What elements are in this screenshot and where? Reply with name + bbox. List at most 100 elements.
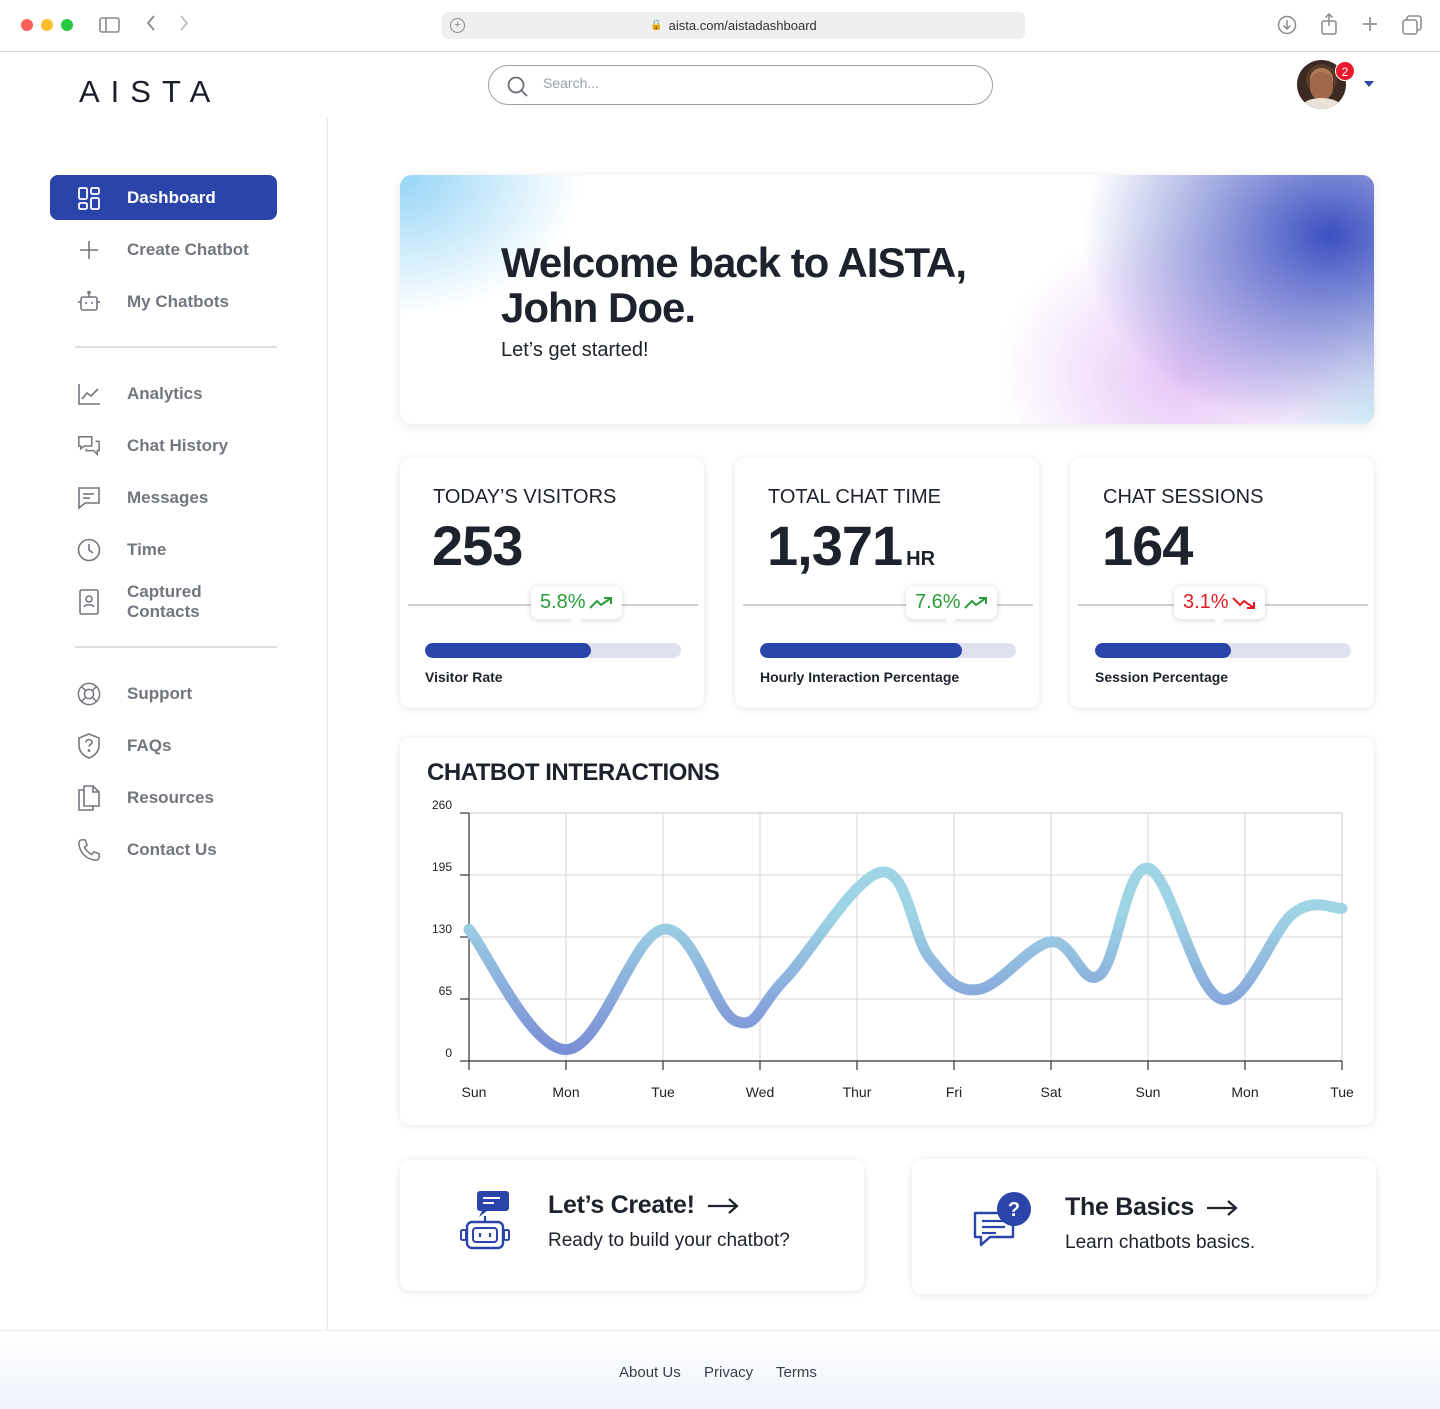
x-tick-label: Fri [946, 1084, 962, 1100]
sidebar-item-label: Contact Us [127, 839, 217, 859]
sidebar-item-analytics[interactable]: Analytics [50, 371, 277, 416]
download-icon[interactable] [1277, 15, 1297, 40]
x-tick-label: Thur [843, 1084, 872, 1100]
x-tick-label: Sat [1040, 1084, 1061, 1100]
stat-card-chat-sessions: CHAT SESSIONS 164 3.1% Session Percentag… [1070, 458, 1374, 708]
sidebar-item-my-chatbots[interactable]: My Chatbots [50, 279, 277, 324]
sidebar-item-create-chatbot[interactable]: Create Chatbot [50, 227, 277, 272]
welcome-banner: Welcome back to AISTA, John Doe. Let’s g… [400, 175, 1374, 424]
add-tab-circle-icon[interactable]: + [450, 18, 465, 33]
stat-value: 1,371 HR [767, 514, 936, 577]
sidebar-toggle-icon[interactable] [99, 16, 120, 38]
stat-value: 253 [432, 514, 523, 577]
welcome-subtitle: Let’s get started! [501, 339, 649, 361]
question-chat-icon: ? [973, 1192, 1031, 1247]
sidebar-item-time[interactable]: Time [50, 527, 277, 572]
sidebar-item-support[interactable]: Support [50, 671, 277, 716]
x-tick-label: Mon [552, 1084, 579, 1100]
clock-icon [77, 538, 101, 562]
documents-icon [77, 784, 101, 811]
footer-link-privacy[interactable]: Privacy [704, 1364, 753, 1381]
cta-subtitle: Ready to build your chatbot? [548, 1230, 790, 1251]
tab-overview-icon[interactable] [1402, 15, 1422, 40]
browser-toolbar: + 🔒 aista.com/aistadashboard [0, 0, 1440, 52]
sidebar-item-label: FAQs [127, 735, 172, 755]
sidebar-item-messages[interactable]: Messages [50, 475, 277, 520]
lock-icon: 🔒 [650, 20, 663, 31]
progress-label: Session Percentage [1095, 669, 1229, 685]
sidebar-item-label: Captured Contacts [127, 582, 202, 621]
chat-bubbles-icon [77, 434, 101, 458]
progress-label: Visitor Rate [425, 669, 503, 685]
cta-title[interactable]: The Basics [1065, 1193, 1238, 1222]
sidebar-item-dashboard[interactable]: Dashboard [50, 175, 277, 220]
minimize-window-button[interactable] [41, 19, 53, 31]
phone-icon [77, 838, 101, 862]
new-tab-icon[interactable] [1361, 15, 1379, 38]
share-icon[interactable] [1320, 12, 1338, 40]
stat-card-chat-time: TOTAL CHAT TIME 1,371 HR 7.6% Hourly Inte… [735, 458, 1039, 708]
maximize-window-button[interactable] [61, 19, 73, 31]
message-icon [77, 486, 101, 510]
progress-bar [1095, 643, 1351, 658]
trend-value: 7.6% [915, 591, 961, 613]
sidebar-item-label: Dashboard [127, 187, 216, 207]
trend-up-icon [963, 596, 987, 609]
robot-icon [77, 290, 101, 314]
sidebar-item-label: My Chatbots [127, 291, 229, 311]
progress-bar [760, 643, 1016, 658]
cta-title[interactable]: Let’s Create! [548, 1191, 739, 1220]
lifebuoy-icon [77, 682, 101, 706]
stat-value: 164 [1102, 514, 1193, 577]
shield-question-icon [77, 732, 101, 759]
sidebar-item-label: Chat History [127, 435, 229, 455]
stat-label: TODAY’S VISITORS [433, 486, 617, 508]
sidebar-item-label: Messages [127, 487, 209, 507]
trend-badge: 5.8% [531, 586, 622, 626]
search-input[interactable] [543, 75, 963, 91]
y-tick-label: 130 [432, 922, 452, 936]
close-window-button[interactable] [21, 19, 33, 31]
y-tick-label: 0 [445, 1046, 452, 1060]
y-tick-label: 260 [432, 798, 452, 812]
sidebar-divider [327, 118, 328, 1358]
stat-card-visitors: TODAY’S VISITORS 253 5.8% Visitor Rate [400, 458, 704, 708]
y-tick-label: 65 [439, 984, 453, 998]
sidebar-item-resources[interactable]: Resources [50, 775, 277, 820]
address-bar[interactable]: + 🔒 aista.com/aistadashboard [442, 12, 1025, 39]
back-icon[interactable] [145, 14, 157, 37]
grid-icon [77, 186, 101, 210]
lets-create-card[interactable]: Let’s Create! Ready to build your chatbo… [400, 1160, 864, 1291]
trend-value: 3.1% [1183, 591, 1229, 613]
sidebar-item-captured-contacts[interactable]: Captured Contacts [50, 578, 277, 626]
footer-link-about[interactable]: About Us [619, 1364, 681, 1381]
notification-badge: 2 [1335, 61, 1355, 81]
sidebar-separator [75, 646, 277, 648]
line-chart-icon [77, 382, 101, 406]
sidebar-item-label: Time [127, 539, 167, 559]
search-bar[interactable] [488, 65, 993, 105]
robot-chat-icon [460, 1191, 510, 1250]
aista-logo[interactable]: AISTA [79, 74, 221, 110]
sidebar-separator [75, 346, 277, 348]
x-tick-label: Wed [746, 1084, 775, 1100]
svg-text:?: ? [1008, 1199, 1020, 1221]
trend-down-icon [1231, 596, 1255, 609]
sidebar-item-chat-history[interactable]: Chat History [50, 423, 277, 468]
footer-link-terms[interactable]: Terms [776, 1364, 817, 1381]
chatbot-interactions-chart: CHATBOT INTERACTIONS 0 65 130 195 260 Sun Mon T… [400, 737, 1374, 1125]
sidebar-item-label: Support [127, 683, 193, 703]
footer: About Us Privacy Terms [0, 1330, 1440, 1409]
url-text: aista.com/aistadashboard [668, 18, 817, 33]
chevron-down-icon[interactable] [1364, 81, 1374, 87]
search-icon [507, 76, 528, 97]
trend-badge: 3.1% [1174, 586, 1265, 626]
x-tick-label: Tue [651, 1084, 675, 1100]
welcome-title: Welcome back to AISTA, John Doe. [501, 239, 967, 331]
the-basics-card[interactable]: ? The Basics Learn chatbots basics. [912, 1159, 1376, 1294]
sidebar-item-faqs[interactable]: FAQs [50, 723, 277, 768]
forward-icon[interactable] [178, 14, 190, 37]
series-line [463, 862, 1348, 1056]
sidebar-item-contact-us[interactable]: Contact Us [50, 827, 277, 872]
chart-canvas: 0 65 130 195 260 Sun Mon Tue Wed Thur Fri Sat Sun Mon… [432, 798, 1354, 1100]
